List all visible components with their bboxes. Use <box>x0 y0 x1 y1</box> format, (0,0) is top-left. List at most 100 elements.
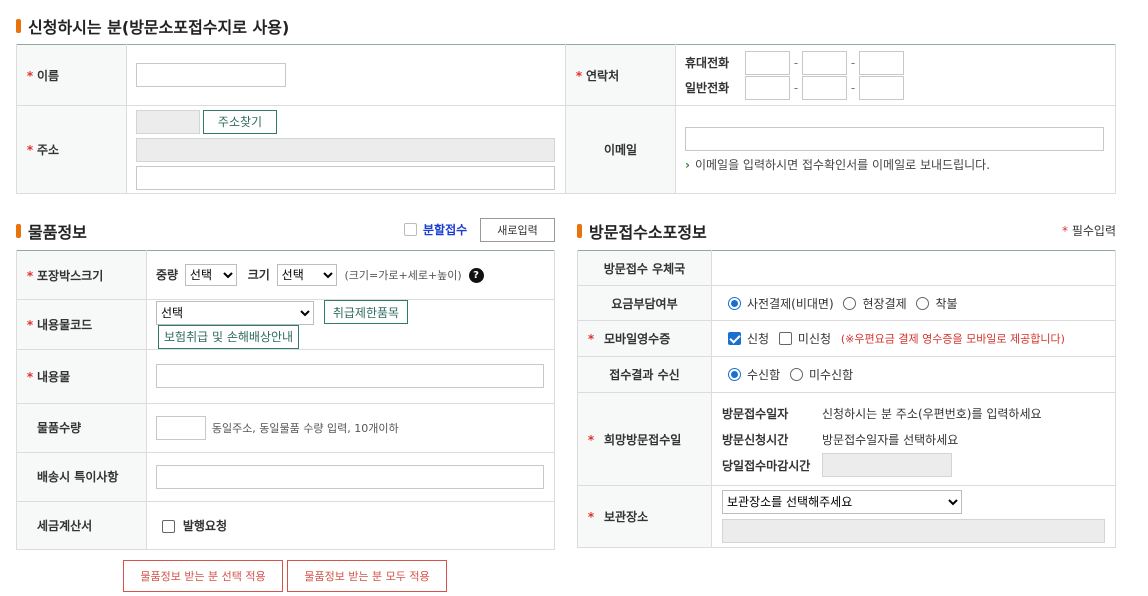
content-code-select[interactable]: 선택 <box>156 300 314 325</box>
visit-time-label: 방문신청시간 <box>722 432 789 447</box>
receipt-apply-label: 신청 <box>747 332 770 346</box>
payment-prepaid-label: 사전결제(비대면) <box>747 296 834 311</box>
hope-date-label: 희망방문접수일 <box>604 432 682 447</box>
special-header: 배송시 특이사항 <box>16 452 147 502</box>
payment-cod-radio[interactable] <box>916 296 930 310</box>
split-checkbox[interactable] <box>404 223 417 236</box>
content-label: 내용물 <box>37 369 71 384</box>
result-receive-radio[interactable] <box>728 368 741 381</box>
receipt-decline-label: 미신청 <box>797 332 832 346</box>
dash-separator: - <box>793 80 799 95</box>
phone-label: 일반전화 <box>685 81 730 95</box>
payment-onsite-radio[interactable] <box>843 296 857 310</box>
apply-selected-button[interactable]: 물품정보 받는 분 선택 적용 <box>123 560 283 592</box>
deadline-label: 당일접수마감시간 <box>722 458 811 473</box>
storage-header: * 보관장소 <box>577 485 712 548</box>
applicant-section-title: 신청하시는 분(방문소포접수지로 사용) <box>16 14 289 38</box>
weight-select[interactable]: 선택 <box>184 264 237 286</box>
result-not-receive-radio[interactable] <box>789 368 803 381</box>
result-not-receive-label: 미수신함 <box>808 368 854 382</box>
address-detail-input[interactable] <box>136 165 555 190</box>
contact-label: 연락처 <box>586 68 620 83</box>
zipcode-input <box>136 109 200 134</box>
visit-table: 방문접수 우체국 요금부담여부 사전결제(비대면) 현장결제 착불 * 모바일영수… <box>577 250 1116 548</box>
result-cell: 수신함 미수신함 <box>711 356 1116 393</box>
special-cell <box>146 452 555 502</box>
insurance-guide-button[interactable]: 보험취급 및 손해배상안내 <box>158 324 300 349</box>
payment-onsite-label: 현장결제 <box>862 296 907 311</box>
phone-part2-input[interactable] <box>802 75 847 100</box>
required-mark: * <box>26 369 34 384</box>
section-marker <box>16 224 21 238</box>
required-mark: * <box>587 432 595 447</box>
receipt-apply-checkbox[interactable] <box>728 332 741 345</box>
help-icon[interactable]: ? <box>468 268 484 283</box>
invoice-checkbox[interactable] <box>162 519 175 533</box>
quantity-label: 물품수량 <box>37 421 82 435</box>
name-header: * 이름 <box>16 44 127 106</box>
mobile-part1-input[interactable] <box>745 50 790 75</box>
storage-cell: 보관장소를 선택해주세요 <box>711 485 1116 548</box>
phone-part1-input[interactable] <box>745 75 790 100</box>
payment-prepaid-radio[interactable] <box>728 296 741 310</box>
quantity-input[interactable] <box>156 415 206 440</box>
required-mark: * <box>587 332 595 346</box>
apply-all-button[interactable]: 물품정보 받는 분 모두 적용 <box>287 560 447 592</box>
address-base-input <box>136 137 555 162</box>
payment-header: 요금부담여부 <box>577 285 712 321</box>
size-label: 크기 <box>247 268 270 282</box>
required-mark: * <box>1062 224 1068 238</box>
content-input[interactable] <box>156 364 544 388</box>
result-label: 접수결과 수신 <box>609 368 680 382</box>
visit-time-value: 방문접수일자를 선택하세요 <box>822 432 959 447</box>
applicant-title-text: 신청하시는 분(방문소포접수지로 사용) <box>28 18 290 37</box>
invoice-option-label: 발행요청 <box>182 518 227 533</box>
address-cell: 주소찾기 <box>126 105 566 194</box>
box-size-cell: 중량 선택 크기 선택 (크기=가로+세로+높이) ? <box>146 250 555 300</box>
content-code-cell: 선택 취급제한품목 보험취급 및 손해배상안내 <box>146 299 555 350</box>
restricted-items-button[interactable]: 취급제한품목 <box>323 300 409 324</box>
invoice-label: 세금계산서 <box>37 518 93 533</box>
receipt-decline-checkbox[interactable] <box>778 332 792 345</box>
visit-date-label: 방문접수일자 <box>722 406 789 421</box>
goods-section-title: 물품정보 <box>16 219 87 243</box>
visit-title-text: 방문접수소포정보 <box>589 223 707 242</box>
required-note: * 필수입력 <box>1062 222 1116 239</box>
hope-date-header: * 희망방문접수일 <box>577 392 712 486</box>
content-code-header: * 내용물코드 <box>16 299 147 350</box>
quantity-cell: 동일주소, 동일물품 수량 입력, 10개이하 <box>146 403 555 453</box>
deadline-input <box>822 453 952 477</box>
section-marker <box>16 19 21 33</box>
mobile-part3-input[interactable] <box>859 50 904 75</box>
name-input[interactable] <box>136 63 286 87</box>
weight-label: 중량 <box>156 268 179 282</box>
content-cell <box>146 349 555 404</box>
receipt-header: * 모바일영수증 <box>577 320 712 357</box>
payment-cod-label: 착불 <box>935 296 958 311</box>
mobile-part2-input[interactable] <box>802 50 847 75</box>
dash-separator: - <box>850 55 856 70</box>
applicant-table: * 이름 * 연락처 휴대전화 - - 일반전화 - - * 주소 주소찾기 이… <box>16 44 1116 194</box>
split-receipt-option[interactable]: 분할접수 <box>404 221 467 238</box>
phone-part3-input[interactable] <box>859 75 904 100</box>
size-select[interactable]: 선택 <box>276 264 337 286</box>
result-receive-label: 수신함 <box>747 368 781 382</box>
box-size-header: * 포장박스크기 <box>16 250 147 300</box>
contact-header: * 연락처 <box>565 44 676 106</box>
section-marker <box>577 224 582 238</box>
chevron-right-icon: › <box>685 157 690 172</box>
name-label: 이름 <box>37 68 60 83</box>
invoice-cell: 발행요청 <box>146 501 555 550</box>
mobile-label: 휴대전화 <box>685 56 730 70</box>
email-input[interactable] <box>685 126 1104 151</box>
find-address-button[interactable]: 주소찾기 <box>203 109 277 134</box>
new-input-button[interactable]: 새로입력 <box>480 218 555 242</box>
split-label: 분할접수 <box>423 223 468 237</box>
storage-select[interactable]: 보관장소를 선택해주세요 <box>722 490 962 514</box>
result-header: 접수결과 수신 <box>577 356 712 393</box>
special-input[interactable] <box>156 464 544 489</box>
visit-section-title: 방문접수소포정보 <box>577 219 707 243</box>
payment-label: 요금부담여부 <box>611 296 678 311</box>
required-mark: * <box>26 143 34 157</box>
invoice-header: 세금계산서 <box>16 501 147 550</box>
